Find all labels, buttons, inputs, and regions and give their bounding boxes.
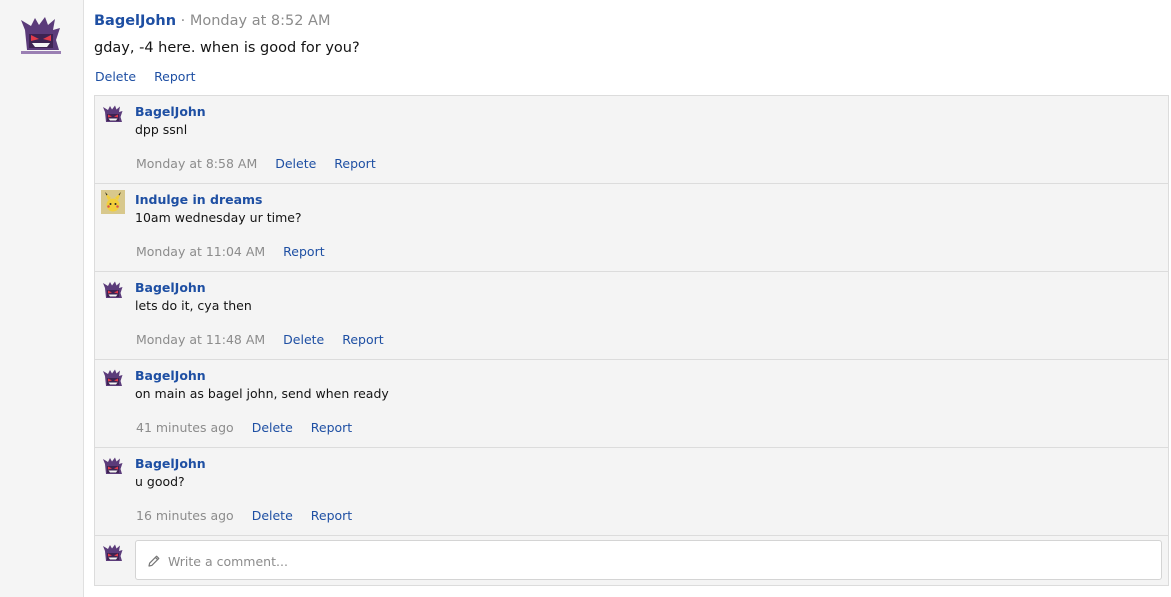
comment-meta: 41 minutes ago Delete Report bbox=[136, 419, 366, 437]
comment-box[interactable] bbox=[135, 540, 1162, 581]
gengar-avatar-icon[interactable] bbox=[17, 10, 65, 58]
comment-timestamp[interactable]: 16 minutes ago bbox=[136, 508, 234, 523]
comment-meta: 16 minutes ago Delete Report bbox=[136, 507, 366, 525]
comment-meta: Monday at 8:58 AM Delete Report bbox=[136, 155, 390, 173]
comment-author-link[interactable]: BagelJohn bbox=[135, 103, 206, 120]
comment-item: BagelJohn u good? 16 minutes ago Delete … bbox=[95, 448, 1168, 536]
post-separator: · bbox=[176, 13, 190, 29]
comment-meta: Monday at 11:48 AM Delete Report bbox=[136, 331, 398, 349]
comment-delete-link[interactable]: Delete bbox=[283, 332, 324, 347]
post-actions: Delete Report bbox=[95, 68, 210, 86]
comment-author-link[interactable]: BagelJohn bbox=[135, 367, 206, 384]
comment-report-link[interactable]: Report bbox=[334, 156, 375, 171]
comment-text: on main as bagel john, send when ready bbox=[135, 386, 389, 401]
comment-timestamp[interactable]: Monday at 11:04 AM bbox=[136, 244, 265, 259]
gengar-avatar-icon[interactable] bbox=[101, 366, 125, 390]
comment-text: u good? bbox=[135, 474, 185, 489]
comment-author-link[interactable]: BagelJohn bbox=[135, 455, 206, 472]
reply-row bbox=[95, 536, 1168, 584]
gengar-avatar-icon[interactable] bbox=[101, 102, 125, 126]
comment-input[interactable] bbox=[166, 541, 1150, 581]
comment-author-link[interactable]: Indulge in dreams bbox=[135, 191, 262, 208]
comment-item: Indulge in dreams 10am wednesday ur time… bbox=[95, 184, 1168, 272]
comment-delete-link[interactable]: Delete bbox=[275, 156, 316, 171]
comment-report-link[interactable]: Report bbox=[311, 508, 352, 523]
comment-text: lets do it, cya then bbox=[135, 298, 252, 313]
post-author-link[interactable]: BagelJohn bbox=[94, 13, 176, 29]
comment-item: BagelJohn on main as bagel john, send wh… bbox=[95, 360, 1168, 448]
pencil-icon bbox=[147, 553, 161, 567]
pikachu-avatar-icon[interactable] bbox=[101, 190, 125, 214]
gengar-avatar-icon[interactable] bbox=[101, 278, 125, 302]
profile-post-page: BagelJohn · Monday at 8:52 AM gday, -4 h… bbox=[0, 0, 1171, 597]
comment-meta: Monday at 11:04 AM Report bbox=[136, 243, 339, 261]
comment-timestamp[interactable]: 41 minutes ago bbox=[136, 420, 234, 435]
comment-item: BagelJohn lets do it, cya then Monday at… bbox=[95, 272, 1168, 360]
comment-report-link[interactable]: Report bbox=[283, 244, 324, 259]
gengar-avatar-icon[interactable] bbox=[101, 541, 125, 565]
comments-panel: BagelJohn dpp ssnl Monday at 8:58 AM Del… bbox=[94, 95, 1169, 586]
comment-author-link[interactable]: BagelJohn bbox=[135, 279, 206, 296]
comment-item: BagelJohn dpp ssnl Monday at 8:58 AM Del… bbox=[95, 96, 1168, 184]
comment-report-link[interactable]: Report bbox=[311, 420, 352, 435]
comment-report-link[interactable]: Report bbox=[342, 332, 383, 347]
post-delete-link[interactable]: Delete bbox=[95, 69, 136, 84]
post-report-link[interactable]: Report bbox=[154, 69, 195, 84]
comment-delete-link[interactable]: Delete bbox=[252, 508, 293, 523]
post-timestamp[interactable]: Monday at 8:52 AM bbox=[190, 13, 331, 29]
post-header: BagelJohn · Monday at 8:52 AM bbox=[94, 11, 331, 31]
comment-timestamp[interactable]: Monday at 11:48 AM bbox=[136, 332, 265, 347]
comment-delete-link[interactable]: Delete bbox=[252, 420, 293, 435]
comment-text: 10am wednesday ur time? bbox=[135, 210, 302, 225]
gengar-avatar-icon[interactable] bbox=[101, 454, 125, 478]
comment-text: dpp ssnl bbox=[135, 122, 188, 137]
post-message: gday, -4 here. when is good for you? bbox=[94, 40, 360, 56]
comment-timestamp[interactable]: Monday at 8:58 AM bbox=[136, 156, 257, 171]
post-avatar-column bbox=[0, 0, 84, 597]
